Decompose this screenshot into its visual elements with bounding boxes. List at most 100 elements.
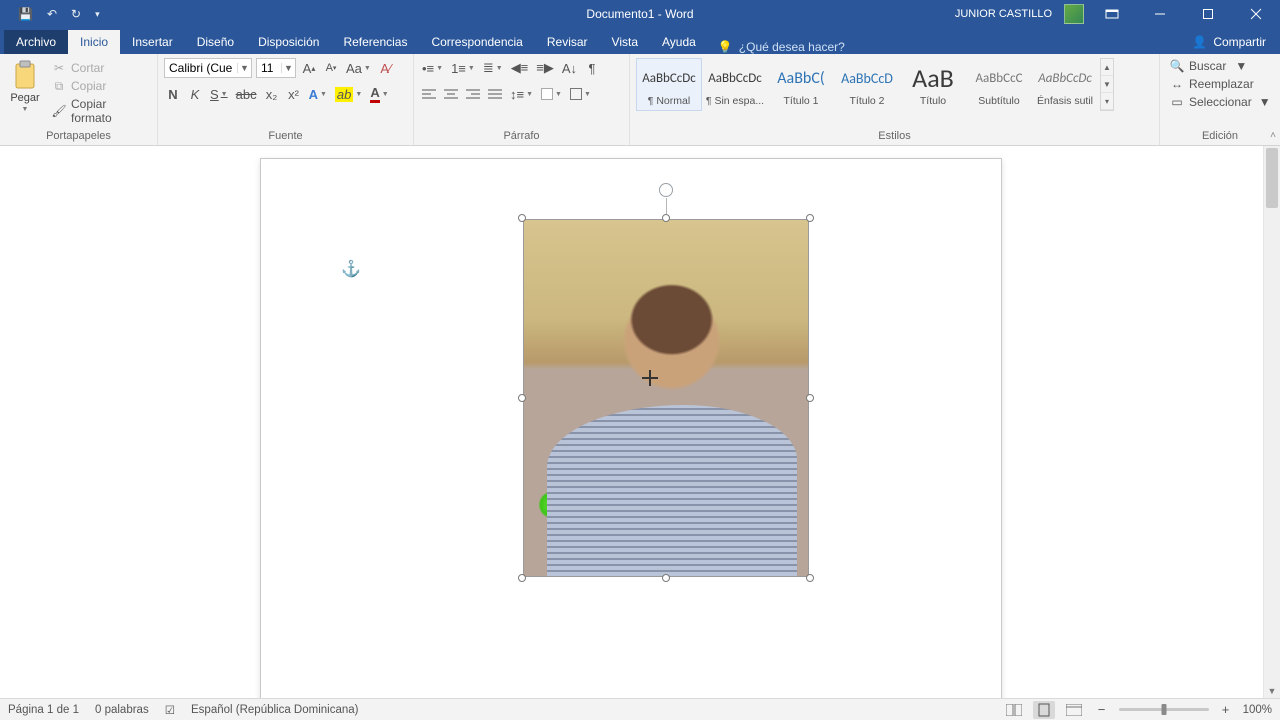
tab-ayuda[interactable]: Ayuda	[650, 30, 708, 54]
save-icon[interactable]: 💾	[18, 7, 33, 21]
chevron-down-icon[interactable]: ▼	[237, 63, 251, 73]
justify-button[interactable]	[486, 84, 504, 104]
scrollbar-thumb[interactable]	[1266, 148, 1278, 208]
zoom-slider[interactable]	[1119, 708, 1209, 711]
style--sin-espa-[interactable]: AaBbCcDc¶ Sin espa...	[702, 58, 768, 111]
line-spacing-button[interactable]: ↕≡▼	[508, 84, 535, 104]
read-mode-button[interactable]	[1003, 701, 1025, 719]
vertical-scrollbar[interactable]: ▼	[1263, 146, 1280, 698]
decrease-indent-button[interactable]: ◀≡	[509, 58, 531, 78]
format-painter-button[interactable]: 🖌Copiar formato	[48, 96, 151, 126]
selected-picture[interactable]	[523, 219, 809, 577]
font-name-combo[interactable]: ▼	[164, 58, 252, 78]
user-avatar[interactable]	[1064, 4, 1084, 24]
maximize-button[interactable]	[1188, 0, 1228, 28]
anchor-icon[interactable]: ⚓	[341, 259, 361, 279]
style-subt-tulo[interactable]: AaBbCcCSubtítulo	[966, 58, 1032, 111]
proofing-icon[interactable]: ☑	[165, 703, 175, 717]
superscript-button[interactable]: x²	[285, 84, 303, 104]
tab-revisar[interactable]: Revisar	[535, 30, 600, 54]
resize-handle-tl[interactable]	[518, 214, 526, 222]
cut-button[interactable]: ✂Cortar	[48, 60, 151, 76]
italic-button[interactable]: K	[186, 84, 204, 104]
select-button[interactable]: ▭Seleccionar▼	[1166, 94, 1275, 110]
tab-referencias[interactable]: Referencias	[331, 30, 419, 54]
resize-handle-tr[interactable]	[806, 214, 814, 222]
tab-correspondencia[interactable]: Correspondencia	[419, 30, 534, 54]
zoom-in-button[interactable]: +	[1217, 700, 1235, 720]
show-marks-button[interactable]: ¶	[583, 58, 601, 78]
resize-handle-r[interactable]	[806, 394, 814, 402]
styles-more-button[interactable]: ▲▼▾	[1100, 58, 1114, 111]
style--normal[interactable]: AaBbCcDc¶ Normal	[636, 58, 702, 111]
paste-button[interactable]: Pegar ▼	[6, 58, 44, 115]
tab-disposición[interactable]: Disposición	[246, 30, 331, 54]
status-page[interactable]: Página 1 de 1	[8, 704, 79, 716]
document-area[interactable]: ⚓ ▼	[0, 146, 1280, 698]
close-button[interactable]	[1236, 0, 1276, 28]
page[interactable]: ⚓	[260, 158, 1002, 698]
style--nfasis-sutil[interactable]: AaBbCcDcÉnfasis sutil	[1032, 58, 1098, 111]
style-t-tulo-1[interactable]: AaBbC(Título 1	[768, 58, 834, 111]
tab-file[interactable]: Archivo	[4, 30, 68, 54]
font-color-button[interactable]: A▼	[368, 84, 390, 104]
web-layout-button[interactable]	[1063, 701, 1085, 719]
zoom-out-button[interactable]: −	[1093, 700, 1111, 720]
font-size-combo[interactable]: ▼	[256, 58, 296, 78]
multilevel-button[interactable]: ≣▼	[481, 58, 505, 78]
tab-diseño[interactable]: Diseño	[185, 30, 246, 54]
resize-handle-br[interactable]	[806, 574, 814, 582]
align-left-button[interactable]	[420, 84, 438, 104]
tab-insertar[interactable]: Insertar	[120, 30, 185, 54]
shrink-font-button[interactable]: A▾	[322, 58, 340, 78]
undo-icon[interactable]: ↶	[47, 7, 57, 21]
strikethrough-button[interactable]: abc	[234, 84, 259, 104]
resize-handle-bl[interactable]	[518, 574, 526, 582]
zoom-thumb[interactable]	[1161, 704, 1166, 715]
font-size-input[interactable]	[257, 61, 281, 75]
resize-handle-l[interactable]	[518, 394, 526, 402]
find-button[interactable]: 🔍Buscar▼	[1166, 58, 1251, 74]
resize-handle-t[interactable]	[662, 214, 670, 222]
resize-handle-b[interactable]	[662, 574, 670, 582]
qat-customize-icon[interactable]: ▾	[95, 9, 100, 20]
align-center-button[interactable]	[442, 84, 460, 104]
collapse-ribbon-icon[interactable]: ˄	[1270, 130, 1276, 141]
ribbon-display-options-icon[interactable]	[1092, 0, 1132, 28]
underline-button[interactable]: S▼	[208, 84, 230, 104]
replace-button[interactable]: ↔Reemplazar	[1166, 76, 1258, 92]
borders-button[interactable]: ▼	[568, 84, 593, 104]
chevron-down-icon[interactable]: ▼	[281, 63, 295, 73]
font-name-input[interactable]	[165, 61, 237, 75]
bold-button[interactable]: N	[164, 84, 182, 104]
rotate-handle[interactable]	[659, 183, 673, 197]
align-right-button[interactable]	[464, 84, 482, 104]
tell-me[interactable]: 💡 ¿Qué desea hacer?	[708, 40, 855, 54]
subscript-button[interactable]: x₂	[263, 84, 281, 104]
highlight-button[interactable]: ab▼	[333, 84, 364, 104]
minimize-button[interactable]	[1140, 0, 1180, 28]
style-t-tulo[interactable]: AaBTítulo	[900, 58, 966, 111]
styles-gallery[interactable]: AaBbCcDc¶ NormalAaBbCcDc¶ Sin espa...AaB…	[634, 56, 1114, 111]
clear-formatting-button[interactable]: A⁄	[377, 58, 395, 78]
sort-button[interactable]: A↓	[560, 58, 579, 78]
shading-button[interactable]: ▼	[539, 84, 564, 104]
text-effects-button[interactable]: A▼	[307, 84, 329, 104]
style-t-tulo-2[interactable]: AaBbCcDTítulo 2	[834, 58, 900, 111]
picture-content[interactable]	[523, 219, 809, 577]
copy-button[interactable]: ⧉Copiar	[48, 78, 151, 94]
status-language[interactable]: Español (República Dominicana)	[191, 704, 358, 716]
status-words[interactable]: 0 palabras	[95, 704, 149, 716]
tab-inicio[interactable]: Inicio	[68, 30, 120, 54]
print-layout-button[interactable]	[1033, 701, 1055, 719]
change-case-button[interactable]: Aa▼	[344, 58, 373, 78]
bullets-button[interactable]: •≡▼	[420, 58, 445, 78]
increase-indent-button[interactable]: ≡▶	[534, 58, 556, 78]
share-button[interactable]: 👤 Compartir	[1178, 30, 1280, 54]
redo-icon[interactable]: ↻	[71, 7, 81, 21]
scroll-down-icon[interactable]: ▼	[1264, 686, 1280, 696]
grow-font-button[interactable]: A▴	[300, 58, 318, 78]
numbering-button[interactable]: 1≡▼	[449, 58, 477, 78]
zoom-level[interactable]: 100%	[1243, 704, 1272, 716]
tab-vista[interactable]: Vista	[600, 30, 650, 54]
